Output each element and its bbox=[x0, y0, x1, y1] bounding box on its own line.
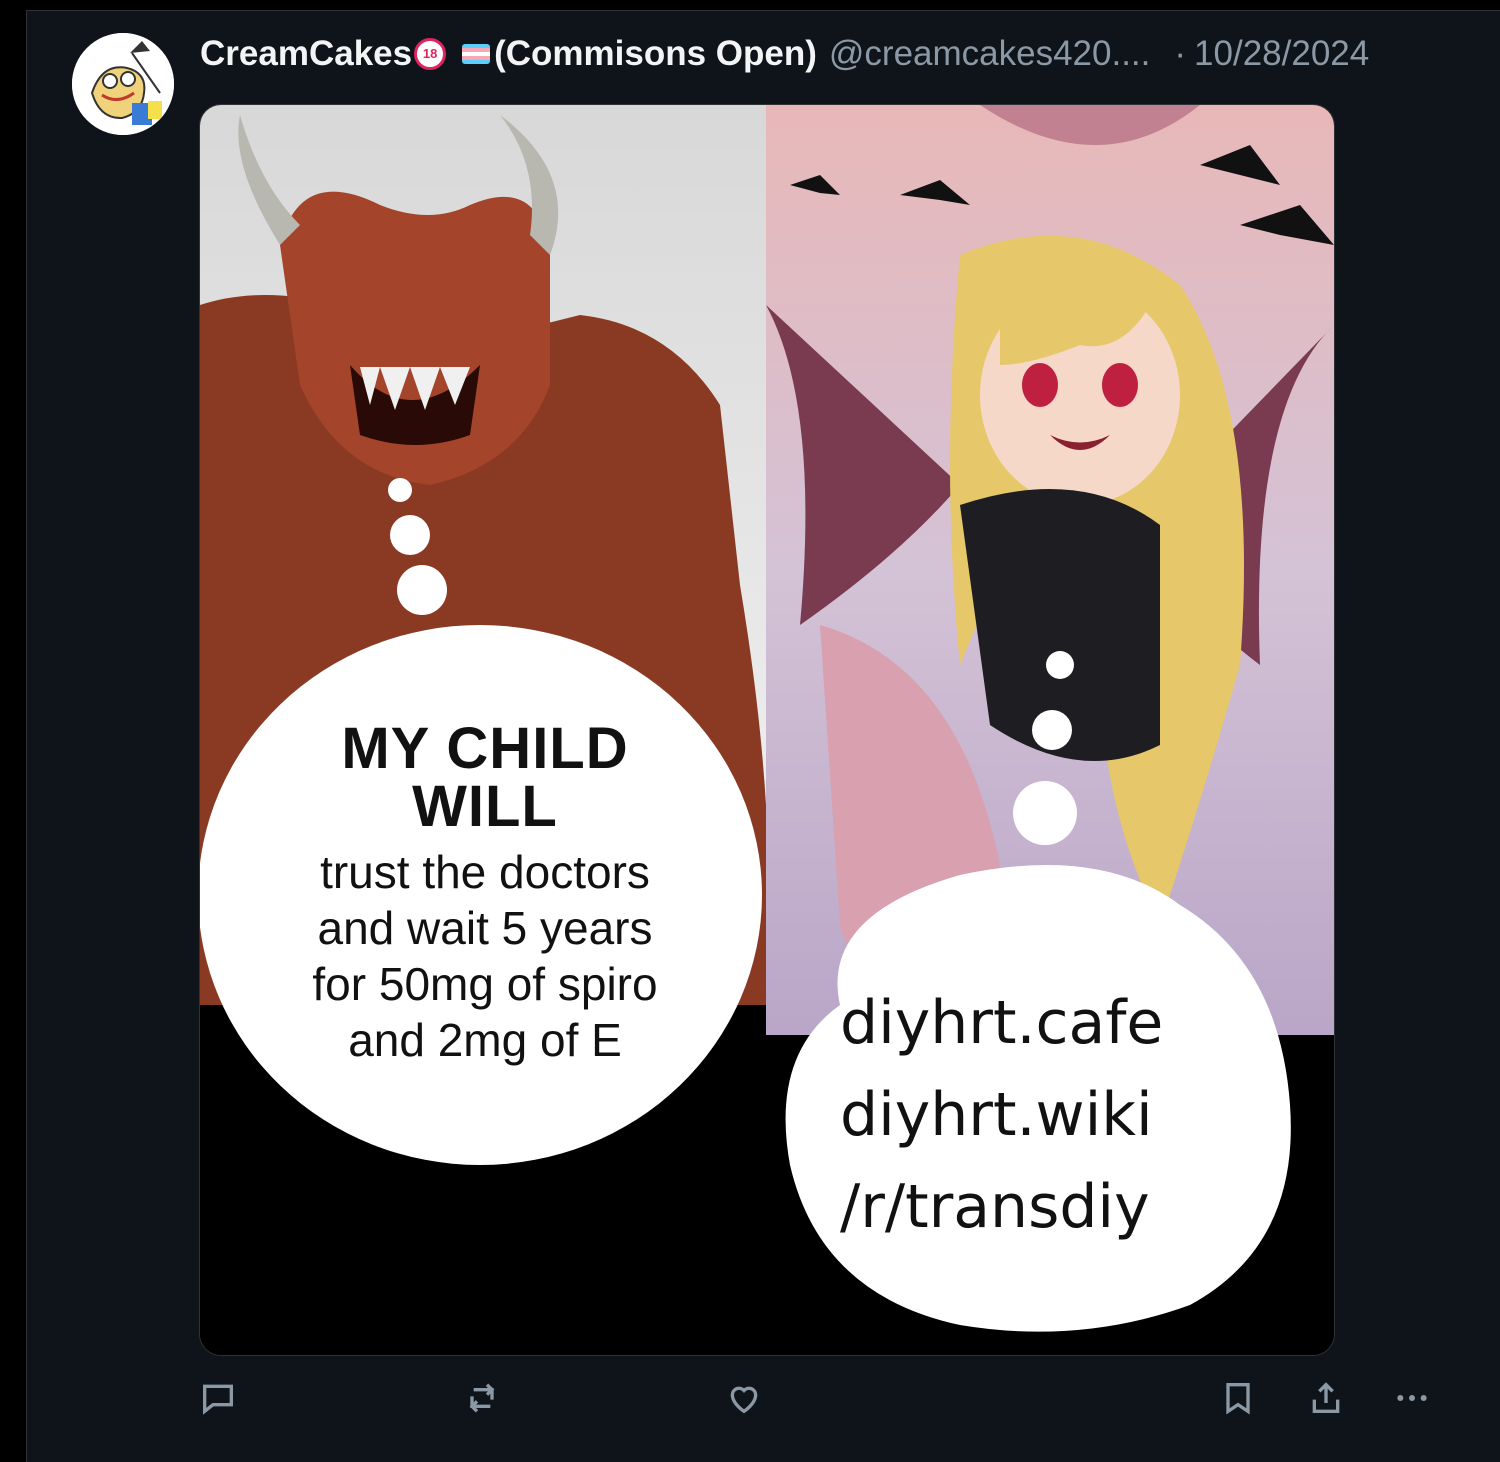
post-actions-bar bbox=[0, 1378, 1500, 1428]
left-heading-line1: MY CHILD bbox=[341, 716, 629, 781]
author-avatar[interactable] bbox=[72, 33, 174, 135]
right-link-line: diyhrt.cafe bbox=[840, 988, 1164, 1058]
separator: · bbox=[1174, 34, 1187, 73]
post-header: CreamCakes 18 (Commisons Open) @creamcak… bbox=[200, 30, 1369, 78]
bookmark-icon[interactable] bbox=[1218, 1378, 1266, 1426]
left-body-line: and 2mg of E bbox=[348, 1014, 622, 1066]
nsfw-18-icon: 18 bbox=[414, 38, 447, 70]
left-heading-line2: WILL bbox=[412, 774, 558, 839]
author-name-suffix[interactable]: (Commisons Open) bbox=[494, 34, 817, 74]
trans-flag-icon bbox=[462, 44, 491, 64]
right-link-line: /r/transdiy bbox=[840, 1172, 1150, 1242]
more-icon[interactable] bbox=[1392, 1378, 1440, 1426]
left-body-line: trust the doctors bbox=[320, 846, 650, 898]
left-body-line: and wait 5 years bbox=[317, 902, 653, 954]
left-body-line: for 50mg of spiro bbox=[312, 958, 658, 1010]
repost-icon[interactable] bbox=[462, 1378, 510, 1426]
author-name[interactable]: CreamCakes bbox=[200, 34, 412, 74]
right-link-line: diyhrt.wiki bbox=[840, 1080, 1153, 1150]
post-date[interactable]: 10/28/2024 bbox=[1194, 34, 1369, 74]
post-media-image[interactable]: MY CHILD WILL trust the doctors and wait… bbox=[199, 104, 1335, 1356]
like-icon[interactable] bbox=[724, 1378, 772, 1426]
author-handle[interactable]: @creamcakes420.... bbox=[829, 34, 1151, 74]
share-icon[interactable] bbox=[1306, 1378, 1354, 1426]
reply-icon[interactable] bbox=[198, 1378, 246, 1426]
right-bubble-text: diyhrt.cafe diyhrt.wiki /r/transdiy bbox=[840, 977, 1220, 1253]
left-bubble-text: MY CHILD WILL trust the doctors and wait… bbox=[230, 720, 740, 1068]
